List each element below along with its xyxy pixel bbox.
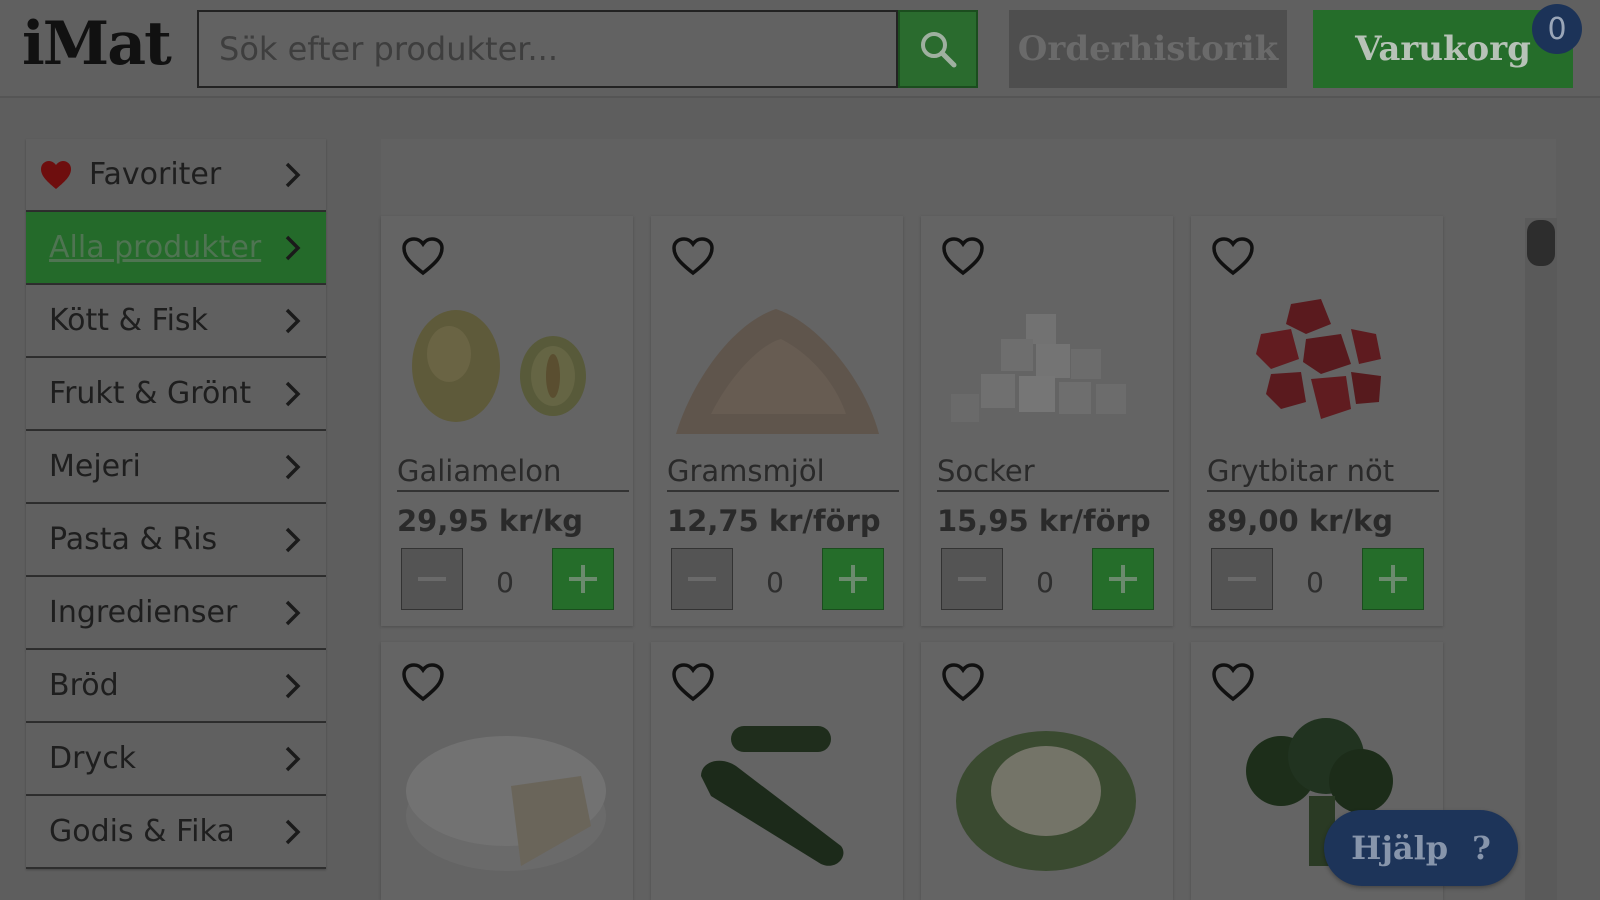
search-box <box>197 10 898 88</box>
heart-outline-icon[interactable] <box>401 236 445 276</box>
help-button[interactable]: Hjälp ? <box>1324 810 1518 886</box>
chevron-right-icon <box>285 235 301 261</box>
heart-outline-icon[interactable] <box>941 236 985 276</box>
help-label: Hjälp <box>1351 829 1449 867</box>
heart-outline-icon[interactable] <box>941 662 985 702</box>
chevron-right-icon <box>285 746 301 772</box>
chevron-right-icon <box>285 527 301 553</box>
product-name: Socker <box>937 454 1035 488</box>
logo[interactable]: iMat <box>22 14 172 74</box>
heart-outline-icon[interactable] <box>1211 236 1255 276</box>
divider <box>937 490 1169 492</box>
heart-outline-icon[interactable] <box>401 662 445 702</box>
sidebar-item-frukt-gront[interactable]: Frukt & Grönt <box>26 358 326 431</box>
sidebar-item-dryck[interactable]: Dryck <box>26 723 326 796</box>
chevron-right-icon <box>285 162 301 188</box>
quantity-value: 0 <box>766 566 784 599</box>
sidebar-item-favoriter[interactable]: Favoriter <box>26 139 326 212</box>
increase-button[interactable] <box>1362 548 1424 610</box>
sidebar-item-label: Alla produkter <box>49 230 262 265</box>
chevron-right-icon <box>285 673 301 699</box>
divider <box>1207 490 1439 492</box>
product-image-melon <box>412 310 586 422</box>
heart-icon <box>41 161 71 189</box>
plus-icon <box>1109 565 1137 593</box>
product-price: 89,00 kr/kg <box>1207 504 1394 538</box>
product-name: Gramsmjöl <box>667 454 825 488</box>
sidebar-item-label: Mejeri <box>49 449 141 484</box>
heart-outline-icon[interactable] <box>671 236 715 276</box>
chevron-right-icon <box>285 308 301 334</box>
sidebar-item-ingredienser[interactable]: Ingredienser <box>26 577 326 650</box>
product-card <box>921 642 1173 900</box>
quantity-value: 0 <box>496 566 514 599</box>
product-card: Galiamelon 29,95 kr/kg 0 <box>381 216 633 626</box>
minus-icon <box>958 577 986 581</box>
plus-icon <box>839 565 867 593</box>
heart-outline-icon[interactable] <box>1211 662 1255 702</box>
scrollbar-track[interactable] <box>1525 218 1557 900</box>
chevron-right-icon <box>285 600 301 626</box>
decrease-button[interactable] <box>1211 548 1273 610</box>
increase-button[interactable] <box>1092 548 1154 610</box>
plus-icon <box>1379 565 1407 593</box>
product-image-brie <box>406 736 606 871</box>
plus-icon <box>569 565 597 593</box>
question-mark-icon: ? <box>1472 829 1491 867</box>
product-name: Grytbitar nöt <box>1207 454 1395 488</box>
decrease-button[interactable] <box>401 548 463 610</box>
minus-icon <box>688 577 716 581</box>
quantity-value: 0 <box>1036 566 1054 599</box>
heart-outline-icon[interactable] <box>671 662 715 702</box>
sidebar-item-kott-fisk[interactable]: Kött & Fisk <box>26 285 326 358</box>
search-icon <box>921 32 957 68</box>
decrease-button[interactable] <box>941 548 1003 610</box>
decrease-button[interactable] <box>671 548 733 610</box>
sidebar-item-godis-fika[interactable]: Godis & Fika <box>26 796 326 869</box>
product-image-flour <box>676 309 879 434</box>
product-price: 15,95 kr/förp <box>937 504 1151 538</box>
product-card: Socker 15,95 kr/förp 0 <box>921 216 1173 626</box>
quantity-value: 0 <box>1306 566 1324 599</box>
product-image-cauliflower <box>956 731 1136 871</box>
cart-count-badge: 0 <box>1532 4 1582 54</box>
minus-icon <box>1228 577 1256 581</box>
chevron-right-icon <box>285 819 301 845</box>
sidebar-item-label: Favoriter <box>89 157 222 192</box>
product-card <box>651 642 903 900</box>
sidebar-item-label: Dryck <box>49 741 137 776</box>
sidebar-item-label: Godis & Fika <box>49 814 235 849</box>
chevron-right-icon <box>285 454 301 480</box>
sidebar-item-label: Frukt & Grönt <box>49 376 252 411</box>
sidebar-item-label: Ingredienser <box>49 595 238 630</box>
chevron-right-icon <box>285 381 301 407</box>
product-card <box>381 642 633 900</box>
sidebar-item-label: Bröd <box>49 668 119 703</box>
order-history-button[interactable]: Orderhistorik <box>1009 10 1287 88</box>
search-button[interactable] <box>898 10 978 88</box>
minus-icon <box>418 577 446 581</box>
header: iMat Orderhistorik Varukorg 0 <box>0 0 1600 98</box>
scrollbar-thumb[interactable] <box>1527 220 1555 266</box>
product-name: Galiamelon <box>397 454 562 488</box>
sidebar-item-brod[interactable]: Bröd <box>26 650 326 723</box>
product-card: Grytbitar nöt 89,00 kr/kg 0 <box>1191 216 1443 626</box>
product-image-sugar-cubes <box>951 314 1126 422</box>
increase-button[interactable] <box>552 548 614 610</box>
divider <box>667 490 899 492</box>
increase-button[interactable] <box>822 548 884 610</box>
product-card: Gramsmjöl 12,75 kr/förp 0 <box>651 216 903 626</box>
sidebar-item-mejeri[interactable]: Mejeri <box>26 431 326 504</box>
divider <box>397 490 629 492</box>
search-input[interactable] <box>199 12 897 86</box>
sidebar-item-pasta-ris[interactable]: Pasta & Ris <box>26 504 326 577</box>
category-sidebar: Favoriter Alla produkter Kött & Fisk Fru… <box>26 139 326 869</box>
product-image-zucchini <box>701 726 844 866</box>
sidebar-item-label: Kött & Fisk <box>49 303 208 338</box>
product-price: 12,75 kr/förp <box>667 504 881 538</box>
sidebar-item-alla-produkter[interactable]: Alla produkter <box>26 212 326 285</box>
product-price: 29,95 kr/kg <box>397 504 584 538</box>
product-image-beef-cubes <box>1256 299 1381 419</box>
sidebar-item-label: Pasta & Ris <box>49 522 218 557</box>
